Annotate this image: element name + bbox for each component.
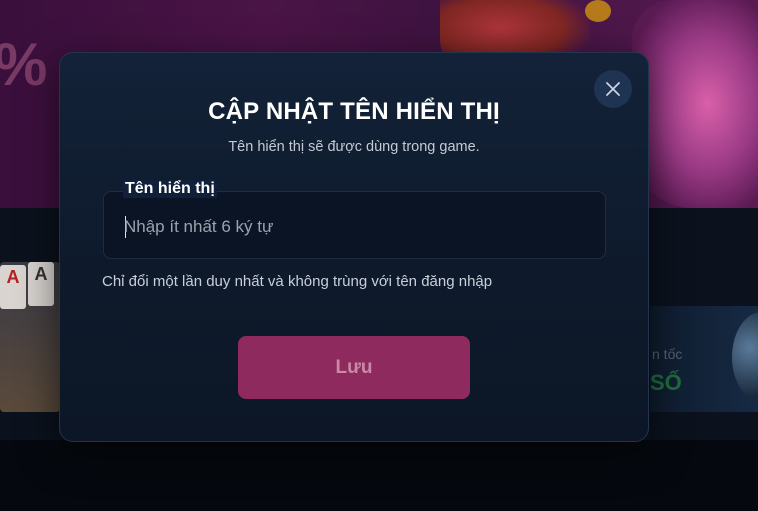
display-name-field <box>103 191 606 259</box>
character-graphic <box>632 0 758 208</box>
display-name-input[interactable] <box>124 214 584 240</box>
modal-title: CẬP NHẬT TÊN HIỂN THỊ <box>208 98 500 125</box>
display-name-hint: Chỉ đổi một lần duy nhất và không trùng … <box>102 273 493 290</box>
game-tile-caption: n tốc <box>652 346 683 362</box>
save-button[interactable]: Lưu <box>238 336 470 399</box>
modal-subtitle: Tên hiển thị sẽ được dùng trong game. <box>228 139 480 155</box>
banner-percent-text: % <box>0 30 47 99</box>
background-bottom <box>0 440 758 511</box>
coin-graphic <box>585 0 611 22</box>
close-icon <box>606 82 620 96</box>
update-display-name-modal: CẬP NHẬT TÊN HIỂN THỊ Tên hiển thị sẽ đư… <box>59 52 649 442</box>
game-tile-title: SỐ <box>650 370 682 395</box>
card-ace-clubs: A <box>28 262 54 306</box>
display-name-label: Tên hiển thị <box>123 180 217 198</box>
card-ace-hearts: A <box>0 265 26 309</box>
